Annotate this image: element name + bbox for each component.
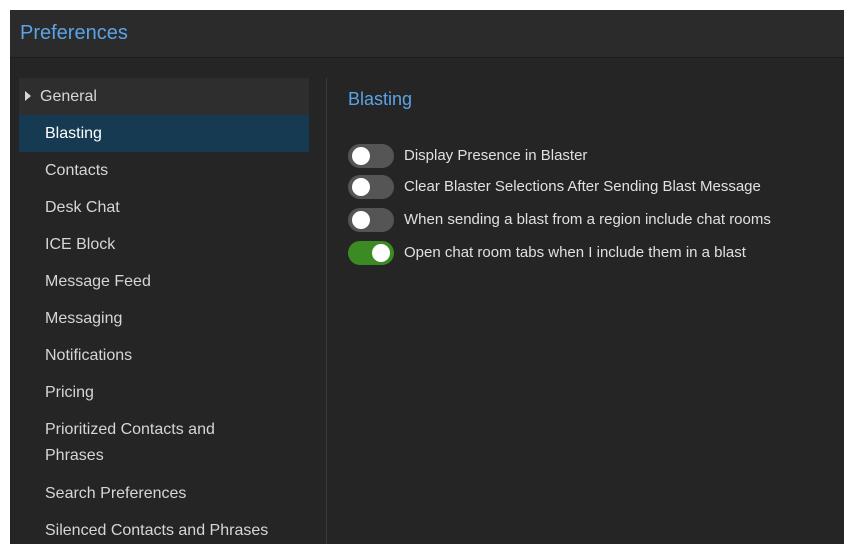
clear-selections-toggle[interactable] — [348, 174, 394, 199]
sidebar-item-prioritized-contacts[interactable]: Prioritized Contacts and Phrases — [19, 411, 309, 475]
sidebar-item-message-feed[interactable]: Message Feed — [19, 263, 309, 300]
preferences-body: General Blasting Contacts Desk Chat ICE … — [10, 58, 844, 544]
toggle-knob — [352, 210, 370, 229]
sidebar-item-general[interactable]: General — [19, 78, 309, 115]
option-clear-selections: Clear Blaster Selections After Sending B… — [348, 173, 844, 200]
sidebar-item-messaging[interactable]: Messaging — [19, 300, 309, 337]
title-bar: Preferences — [10, 10, 844, 58]
sidebar-item-blasting[interactable]: Blasting — [19, 115, 309, 152]
caret-right-icon[interactable] — [25, 90, 31, 101]
preferences-sidebar: General Blasting Contacts Desk Chat ICE … — [19, 78, 309, 544]
open-chat-tabs-toggle[interactable] — [348, 240, 394, 265]
option-label: Display Presence in Blaster — [404, 147, 588, 164]
option-display-presence: Display Presence in Blaster — [348, 142, 844, 169]
sidebar-item-notifications[interactable]: Notifications — [19, 337, 309, 374]
sidebar-item-desk-chat[interactable]: Desk Chat — [19, 189, 309, 226]
section-title: Blasting — [348, 89, 413, 109]
sidebar-item-pricing[interactable]: Pricing — [19, 374, 309, 411]
preferences-window: Preferences General Blasting Contacts De… — [10, 10, 844, 544]
toggle-knob — [372, 243, 390, 262]
display-presence-toggle[interactable] — [348, 143, 394, 168]
window-title: Preferences — [20, 22, 128, 44]
option-open-chat-tabs: Open chat room tabs when I include them … — [348, 239, 844, 266]
include-chat-rooms-toggle[interactable] — [348, 207, 394, 232]
sidebar-item-silenced-contacts[interactable]: Silenced Contacts and Phrases — [19, 512, 309, 544]
sidebar-item-ice-block[interactable]: ICE Block — [19, 226, 309, 263]
option-label: When sending a blast from a region inclu… — [404, 211, 771, 228]
sidebar-item-label: General — [40, 88, 97, 105]
sidebar-item-contacts[interactable]: Contacts — [19, 152, 309, 189]
option-include-chat-rooms: When sending a blast from a region inclu… — [348, 206, 844, 233]
option-label: Clear Blaster Selections After Sending B… — [404, 178, 761, 195]
toggle-knob — [352, 177, 370, 196]
sidebar-item-label: Prioritized Contacts and Phrases — [45, 421, 215, 464]
option-label: Open chat room tabs when I include them … — [404, 244, 746, 261]
toggle-knob — [352, 146, 370, 165]
panel-divider — [326, 78, 327, 544]
sidebar-item-search-preferences[interactable]: Search Preferences — [19, 475, 309, 512]
options-list: Display Presence in Blaster Clear Blaste… — [348, 142, 844, 266]
blasting-settings-panel: Blasting Display Presence in Blaster Cle… — [348, 88, 844, 272]
